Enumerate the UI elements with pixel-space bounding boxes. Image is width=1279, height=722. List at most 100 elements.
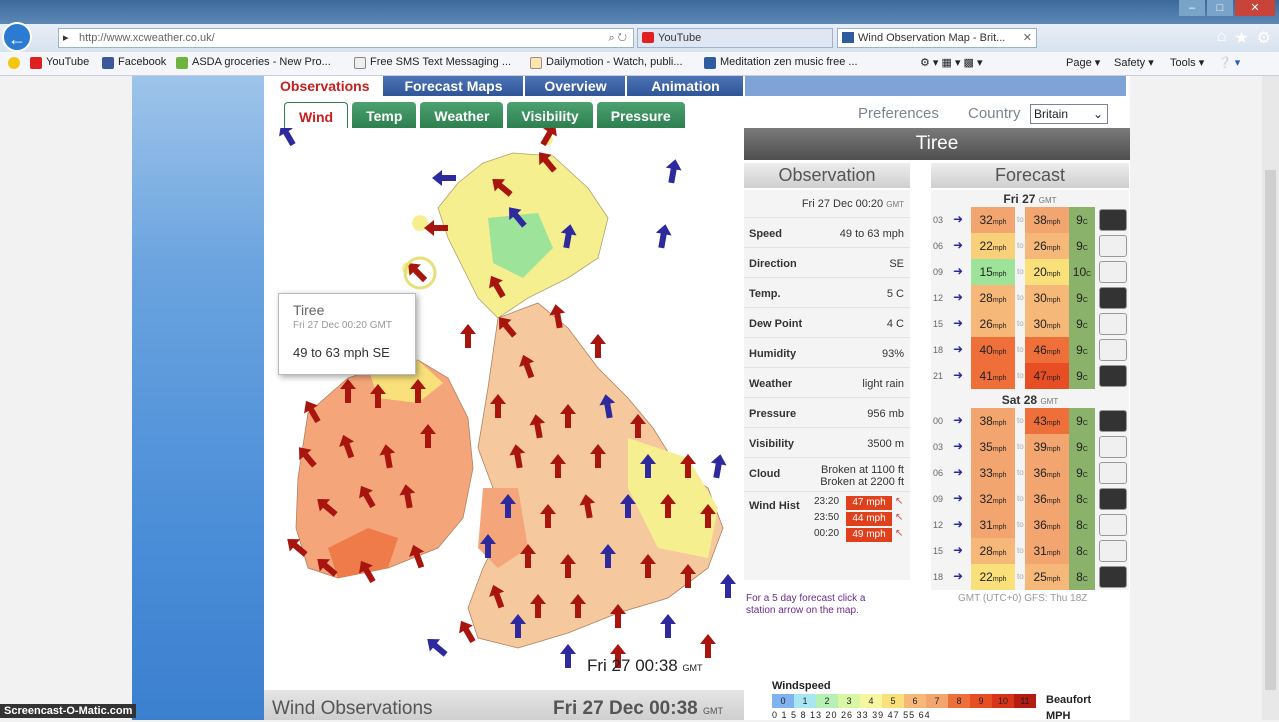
forecast-row[interactable]: 09 ➜ 32mph to 36mph 8C: [931, 486, 1129, 512]
forecast-row[interactable]: 12 ➜ 31mph to 36mph 8C: [931, 512, 1129, 538]
tab-overview[interactable]: Overview: [525, 76, 626, 96]
forecast-day: Fri 27: [1003, 192, 1036, 206]
tab-pressure[interactable]: Pressure: [596, 102, 685, 128]
wind-arrow[interactable]: [274, 128, 300, 149]
tab-animation[interactable]: Animation: [627, 76, 744, 96]
tab-spacer: [745, 76, 1126, 96]
forecast-wind-low: 22mph: [971, 233, 1015, 259]
weather-cloud-icon: [1099, 313, 1127, 335]
wind-arrow[interactable]: [422, 633, 451, 661]
observation-row: Dew Point 4 C: [744, 310, 910, 338]
tab-forecast-maps[interactable]: Forecast Maps: [383, 76, 524, 96]
wind-arrow[interactable]: [660, 614, 676, 638]
country-label: Country: [968, 105, 1021, 122]
cloud-value-1: Broken at 1100 ft: [821, 464, 904, 476]
forecast-row[interactable]: 03 ➜ 35mph to 39mph 9C: [931, 434, 1129, 460]
minimize-button[interactable]: –: [1179, 0, 1205, 16]
temp-value: 9: [1076, 343, 1083, 357]
tab-visibility[interactable]: Visibility: [507, 102, 593, 128]
temp-value: 8: [1076, 492, 1083, 506]
forecast-row[interactable]: 18 ➜ 40mph to 46mph 9C: [931, 337, 1129, 363]
forecast-row[interactable]: 15 ➜ 28mph to 31mph 8C: [931, 538, 1129, 564]
wind-arrow[interactable]: [460, 324, 476, 348]
toolbar-icons[interactable]: ⚙ ▾ ▦ ▾ ▩ ▾: [920, 56, 983, 69]
wind-hist-value: 49 mph: [846, 528, 892, 542]
wind-low-value: 40: [979, 343, 993, 357]
unit-to: to: [1017, 215, 1024, 224]
observation-date-text: Fri 27 Dec 00:20: [801, 198, 884, 210]
forecast-row[interactable]: 03 ➜ 32mph to 38mph 9C: [931, 207, 1129, 233]
tab-youtube[interactable]: YouTube: [637, 28, 833, 48]
scrollbar-thumb[interactable]: [1265, 170, 1276, 690]
forecast-wind-high: 20mph: [1025, 259, 1069, 285]
fav-dailymotion[interactable]: Dailymotion - Watch, publi...: [530, 56, 683, 69]
wind-arrow[interactable]: [653, 223, 673, 249]
wind-direction-icon: ➜: [953, 439, 964, 453]
fav-meditation[interactable]: Meditation zen music free ...: [704, 56, 858, 69]
fav-facebook[interactable]: Facebook: [102, 56, 167, 69]
wind-map[interactable]: [268, 128, 744, 690]
forecast-row[interactable]: 21 ➜ 41mph to 47mph 9C: [931, 363, 1129, 389]
forecast-row[interactable]: 15 ➜ 26mph to 30mph 9C: [931, 311, 1129, 337]
safety-menu[interactable]: Safety ▾: [1114, 56, 1154, 69]
station-tooltip: Tiree Fri 27 Dec 00:20 GMT 49 to 63 mph …: [278, 293, 416, 375]
forecast-temp: 8C: [1069, 486, 1095, 512]
wind-arrow[interactable]: [560, 644, 576, 668]
cloud-value-2: Broken at 2200 ft: [820, 476, 904, 488]
fav-youtube[interactable]: YouTube: [30, 56, 89, 69]
fav-sms[interactable]: Free SMS Text Messaging ...: [354, 56, 511, 69]
wind-arrow[interactable]: [708, 453, 728, 479]
wind-arrow[interactable]: [590, 334, 606, 358]
wind-arrow[interactable]: [700, 634, 716, 658]
unit-mph: mph: [992, 323, 1007, 330]
close-window-button[interactable]: ✕: [1235, 0, 1275, 16]
back-button[interactable]: ←: [2, 22, 32, 52]
legend-swatch: 1: [794, 694, 816, 708]
tab-wind-observation[interactable]: Wind Observation Map - Brit... ✕: [837, 28, 1037, 48]
vertical-scrollbar[interactable]: [1262, 76, 1279, 720]
address-bar[interactable]: ▸ http://www.xcweather.co.uk/ ⌕ ↻: [58, 28, 634, 48]
gear-icon[interactable]: ⚙: [1257, 28, 1271, 48]
fav-label: ASDA groceries - New Pro...: [192, 56, 331, 68]
forecast-row[interactable]: 09 ➜ 15mph to 20mph 10C: [931, 259, 1129, 285]
preferences-link[interactable]: Preferences: [858, 105, 939, 122]
forecast-row[interactable]: 12 ➜ 28mph to 30mph 9C: [931, 285, 1129, 311]
forecast-row[interactable]: 06 ➜ 33mph to 36mph 9C: [931, 460, 1129, 486]
forecast-row[interactable]: 18 ➜ 22mph to 25mph 8C: [931, 564, 1129, 590]
wind-high-value: 30: [1033, 291, 1047, 305]
restore-button[interactable]: □: [1207, 0, 1233, 16]
tab-observations[interactable]: Observations: [268, 76, 382, 96]
forecast-wind-high: 30mph: [1025, 311, 1069, 337]
wind-arrow[interactable]: [663, 158, 683, 184]
page-background-left: [0, 76, 132, 720]
forecast-hour: 15: [933, 319, 944, 329]
wind-history-row: 00:20 49 mph ↖: [814, 528, 906, 542]
forecast-row[interactable]: 00 ➜ 38mph to 43mph 9C: [931, 408, 1129, 434]
unit-mph: mph: [1046, 297, 1061, 304]
tools-menu[interactable]: Tools ▾: [1170, 56, 1204, 69]
page-menu[interactable]: Page ▾: [1066, 56, 1100, 69]
unit-to: to: [1017, 319, 1024, 328]
tab-weather[interactable]: Weather: [420, 102, 504, 128]
forecast-wind-high: 26mph: [1025, 233, 1069, 259]
wind-arrow[interactable]: [536, 128, 562, 149]
help-icon[interactable]: ❔ ▾: [1218, 56, 1240, 69]
star-icon[interactable]: ★: [1234, 28, 1248, 48]
unit-to: to: [1017, 267, 1024, 276]
wind-high-value: 36: [1033, 518, 1047, 532]
refresh-icon[interactable]: ⌕ ↻: [609, 29, 628, 47]
fav-label: Facebook: [118, 56, 167, 68]
unit-c: C: [1082, 375, 1088, 382]
home-icon[interactable]: ⌂: [1217, 28, 1227, 48]
unit-to: to: [1017, 241, 1024, 250]
unit-mph: mph: [992, 524, 1007, 531]
tab-temp[interactable]: Temp: [352, 102, 417, 128]
country-select[interactable]: Britain ⌄: [1030, 104, 1108, 124]
wind-arrow[interactable]: [720, 574, 736, 598]
forecast-row[interactable]: 06 ➜ 22mph to 26mph 9C: [931, 233, 1129, 259]
tab-wind[interactable]: Wind: [284, 102, 349, 128]
wind-arrow[interactable]: [432, 170, 456, 186]
fav-asda[interactable]: ASDA groceries - New Pro...: [176, 56, 331, 69]
wind-direction-icon: ↖: [895, 496, 904, 507]
close-tab-icon[interactable]: ✕: [1023, 29, 1032, 47]
